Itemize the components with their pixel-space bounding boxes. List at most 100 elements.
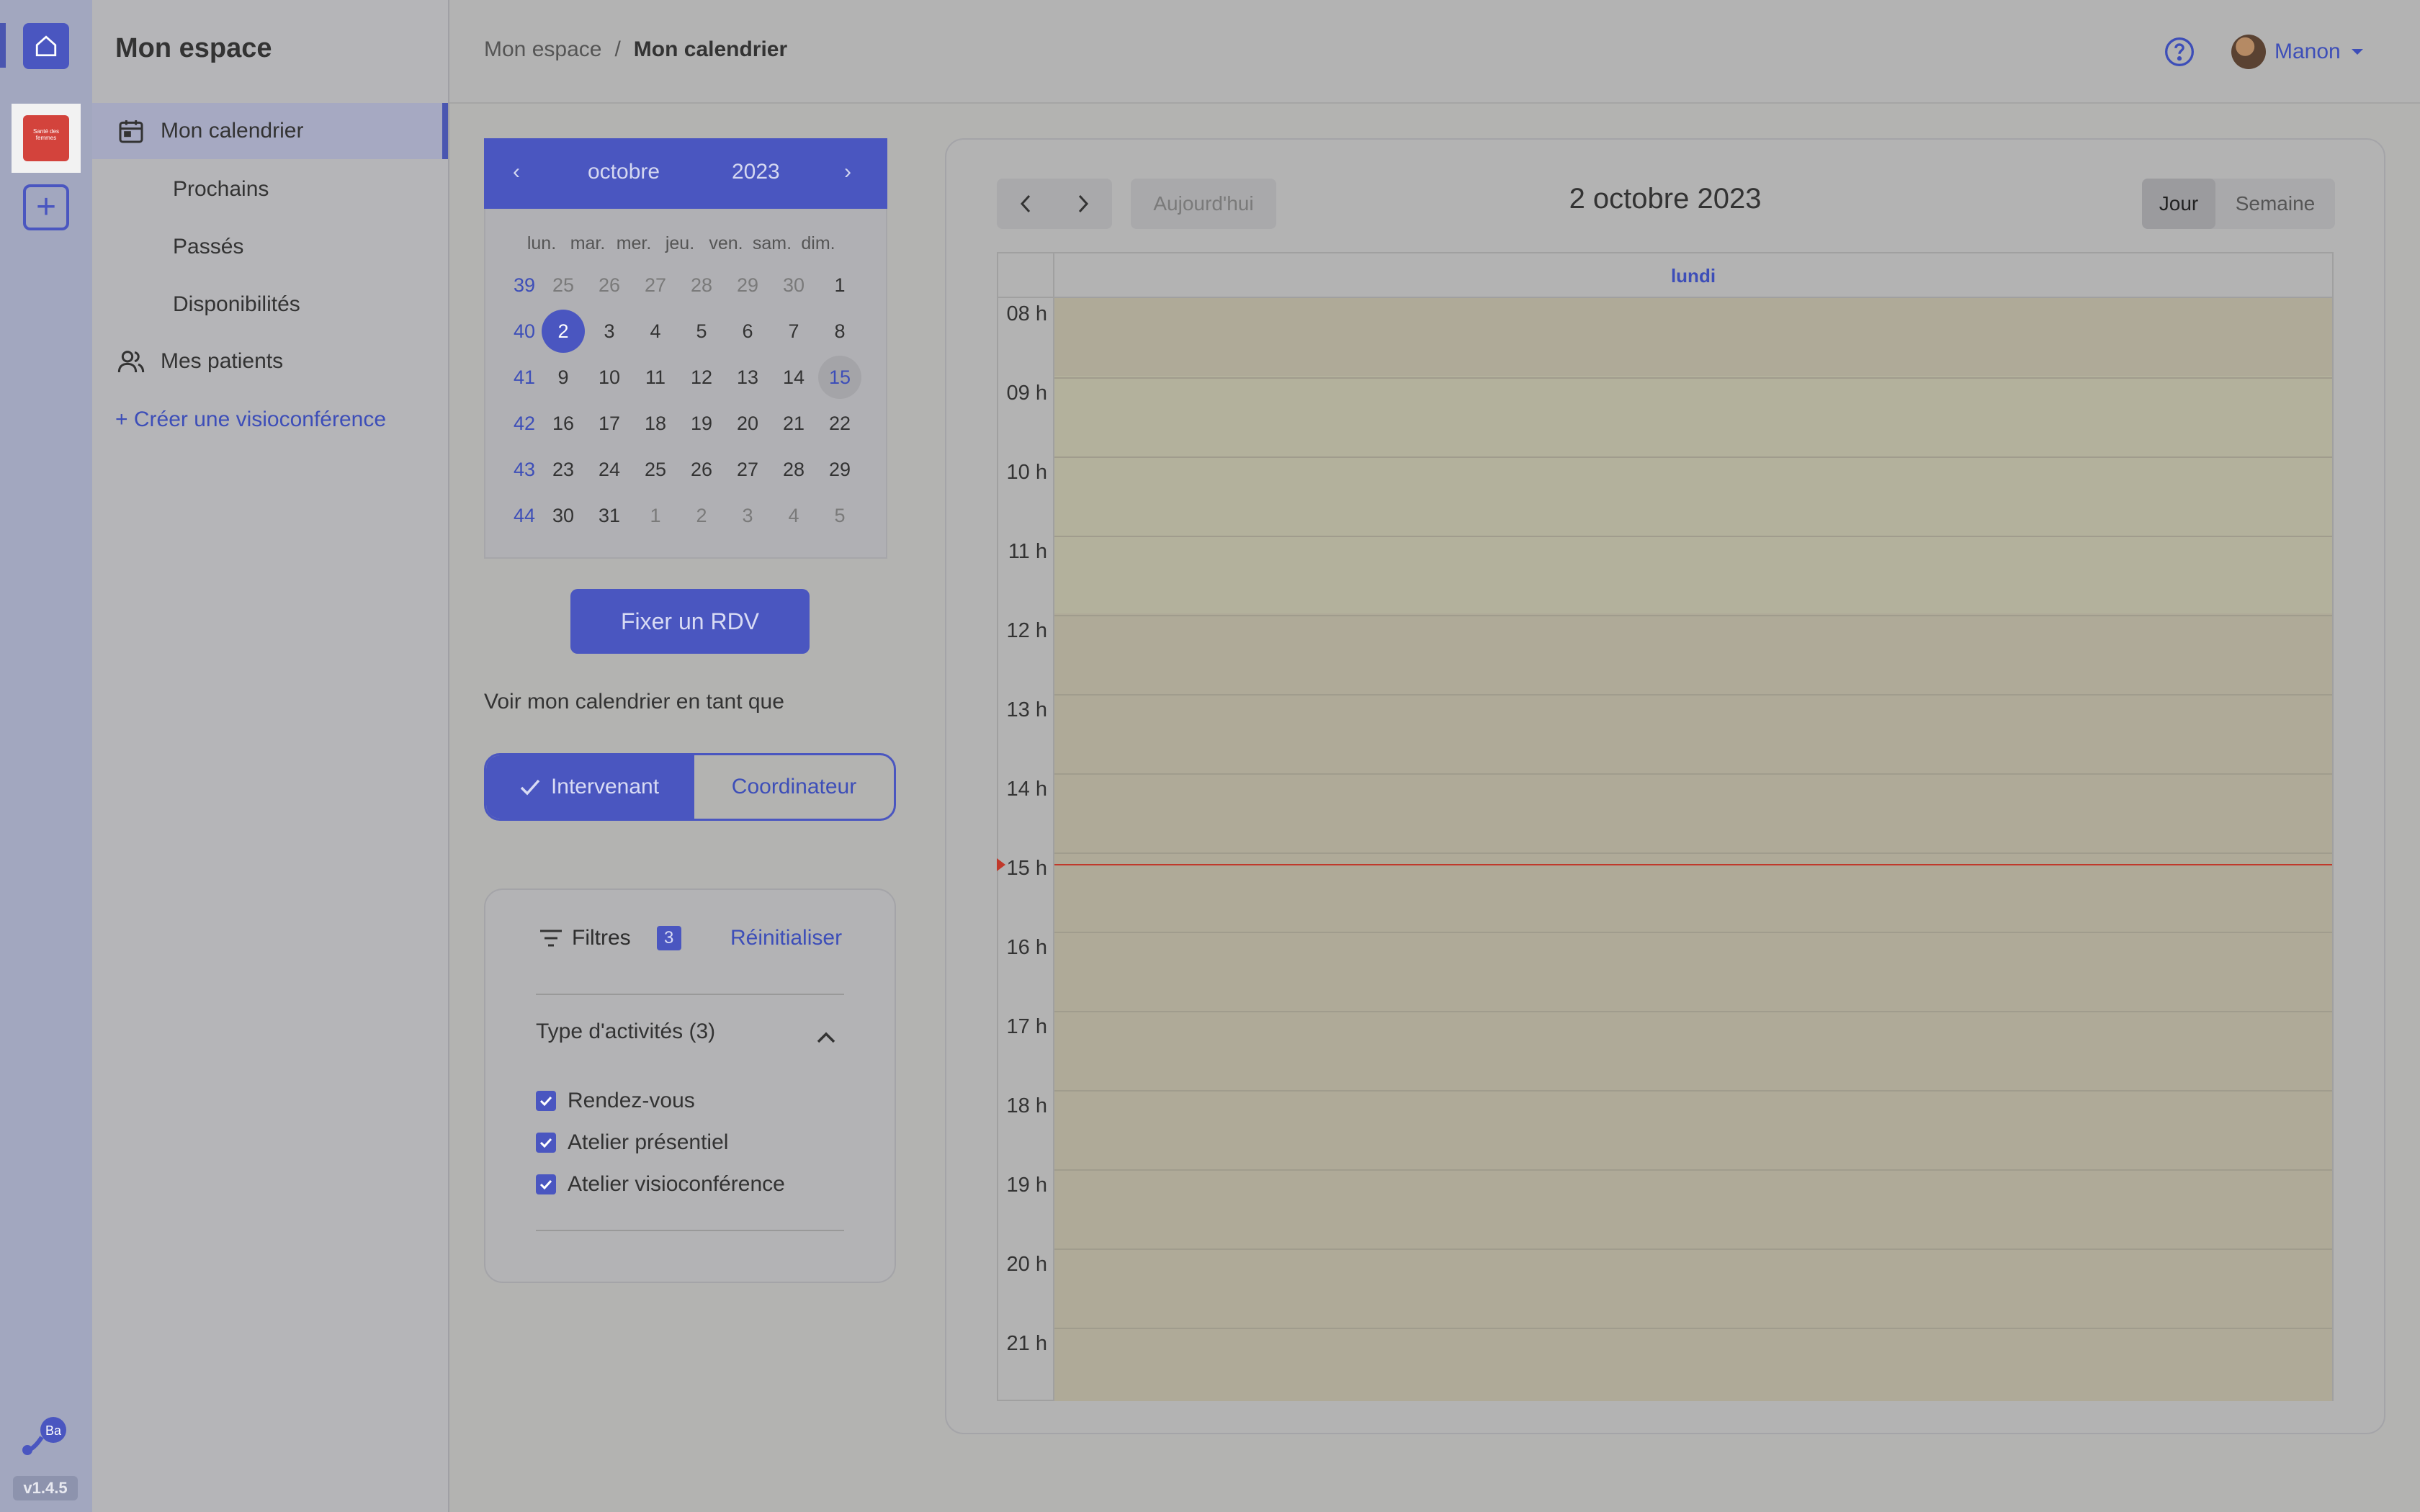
user-menu[interactable]: Manon: [2231, 35, 2365, 69]
calendar-day[interactable]: 24: [588, 448, 631, 491]
day-calendar: Aujourd'hui 2 octobre 2023 Jour Semaine …: [945, 138, 2385, 1434]
calendar-day[interactable]: 6: [726, 310, 769, 353]
calendar-day[interactable]: 30: [772, 264, 815, 307]
organization-switcher[interactable]: Santé des femmes: [12, 104, 81, 173]
prev-month-button[interactable]: ‹: [513, 160, 520, 184]
calendar-day[interactable]: 3: [588, 310, 631, 353]
sidebar-item-prochains[interactable]: Prochains: [173, 177, 269, 202]
calendar-day[interactable]: 29: [726, 264, 769, 307]
create-visioconference-link[interactable]: + Créer une visioconférence: [115, 408, 386, 432]
sidebar-item-disponibilites[interactable]: Disponibilités: [173, 292, 300, 317]
breadcrumb-root[interactable]: Mon espace: [484, 37, 601, 62]
calendar-icon: [119, 120, 143, 143]
filter-option-atelier-presentiel[interactable]: Atelier présentiel: [536, 1130, 728, 1155]
hour-divider: [1054, 1169, 2332, 1171]
add-organization-button[interactable]: +: [23, 184, 69, 230]
avatar: [2231, 35, 2266, 69]
mini-calendar: ‹ octobre 2023 › lun. mar. mer. jeu. ven. sam…: [484, 138, 887, 559]
calendar-day[interactable]: 28: [680, 264, 723, 307]
calendar-day[interactable]: 4: [772, 494, 815, 537]
calendar-day[interactable]: 18: [634, 402, 677, 445]
calendar-day[interactable]: 1: [818, 264, 861, 307]
day-column-header[interactable]: lundi: [1054, 265, 2332, 287]
calendar-day[interactable]: 25: [542, 264, 585, 307]
brand-logo: Ba: [20, 1416, 72, 1456]
brand-initials: Ba: [45, 1423, 62, 1438]
hour-label: 17 h: [1006, 1015, 1047, 1038]
day-column[interactable]: [1054, 298, 2332, 1401]
week-number[interactable]: 39: [503, 264, 546, 307]
help-icon[interactable]: [2164, 36, 2195, 68]
view-day-button[interactable]: Jour: [2142, 179, 2215, 229]
calendar-day[interactable]: 19: [680, 402, 723, 445]
view-week-button[interactable]: Semaine: [2215, 179, 2335, 229]
fixer-rdv-button[interactable]: Fixer un RDV: [570, 589, 810, 654]
calendar-day[interactable]: 1: [634, 494, 677, 537]
calendar-day[interactable]: 11: [634, 356, 677, 399]
calendar-day[interactable]: 2: [542, 310, 585, 353]
month-select[interactable]: octobre: [588, 160, 660, 184]
check-icon: [520, 779, 540, 796]
calendar-day[interactable]: 27: [726, 448, 769, 491]
calendar-day[interactable]: 10: [588, 356, 631, 399]
week-number[interactable]: 43: [503, 448, 546, 491]
next-month-button[interactable]: ›: [844, 160, 851, 184]
calendar-day[interactable]: 4: [634, 310, 677, 353]
calendar-day[interactable]: 30: [542, 494, 585, 537]
calendar-day[interactable]: 12: [680, 356, 723, 399]
plus-icon: +: [35, 188, 57, 226]
calendar-day[interactable]: 23: [542, 448, 585, 491]
activity-type-label[interactable]: Type d'activités (3): [536, 1020, 715, 1044]
hour-divider: [1054, 932, 2332, 933]
reset-filters-button[interactable]: Réinitialiser: [730, 926, 842, 950]
calendar-day[interactable]: 25: [634, 448, 677, 491]
availability-slot[interactable]: [1054, 376, 2332, 613]
calendar-day[interactable]: 14: [772, 356, 815, 399]
calendar-day[interactable]: 28: [772, 448, 815, 491]
home-button[interactable]: [23, 23, 69, 69]
week-number[interactable]: 44: [503, 494, 546, 537]
calendar-day[interactable]: 27: [634, 264, 677, 307]
hour-divider: [1054, 773, 2332, 775]
calendar-day[interactable]: 16: [542, 402, 585, 445]
calendar-day[interactable]: 21: [772, 402, 815, 445]
grid-header: lundi: [998, 253, 2332, 298]
week-number[interactable]: 42: [503, 402, 546, 445]
checkbox-checked-icon[interactable]: [536, 1133, 556, 1153]
calendar-day[interactable]: 15: [818, 356, 861, 399]
calendar-day[interactable]: 20: [726, 402, 769, 445]
week-number[interactable]: 41: [503, 356, 546, 399]
hour-divider: [1054, 1248, 2332, 1250]
calendar-day[interactable]: 5: [680, 310, 723, 353]
checkbox-checked-icon[interactable]: [536, 1091, 556, 1111]
breadcrumb-current: Mon calendrier: [633, 37, 788, 61]
filter-option-atelier-visio[interactable]: Atelier visioconférence: [536, 1172, 785, 1197]
divider: [536, 1230, 844, 1231]
calendar-day[interactable]: 29: [818, 448, 861, 491]
calendar-day[interactable]: 26: [680, 448, 723, 491]
calendar-day[interactable]: 13: [726, 356, 769, 399]
calendar-day[interactable]: 31: [588, 494, 631, 537]
calendar-day[interactable]: 5: [818, 494, 861, 537]
calendar-day[interactable]: 22: [818, 402, 861, 445]
hour-label: 15 h: [1006, 857, 1047, 880]
calendar-day[interactable]: 7: [772, 310, 815, 353]
calendar-day[interactable]: 3: [726, 494, 769, 537]
calendar-day[interactable]: 17: [588, 402, 631, 445]
year-select[interactable]: 2023: [732, 160, 780, 184]
checkbox-checked-icon[interactable]: [536, 1174, 556, 1194]
calendar-day[interactable]: 26: [588, 264, 631, 307]
sidebar-item-mes-patients[interactable]: Mes patients: [92, 333, 448, 390]
sidebar-item-passes[interactable]: Passés: [173, 235, 243, 259]
week-number[interactable]: 40: [503, 310, 546, 353]
hour-label: 13 h: [1006, 698, 1047, 721]
filter-option-rendez-vous[interactable]: Rendez-vous: [536, 1089, 695, 1113]
current-time-marker: [997, 858, 1005, 871]
chevron-up-icon[interactable]: [815, 1027, 837, 1048]
calendar-day[interactable]: 2: [680, 494, 723, 537]
role-intervenant-button[interactable]: Intervenant: [486, 755, 692, 819]
role-coordinateur-button[interactable]: Coordinateur: [692, 755, 894, 819]
calendar-day[interactable]: 8: [818, 310, 861, 353]
calendar-day[interactable]: 9: [542, 356, 585, 399]
sidebar-item-mon-calendrier[interactable]: Mon calendrier: [92, 103, 448, 159]
